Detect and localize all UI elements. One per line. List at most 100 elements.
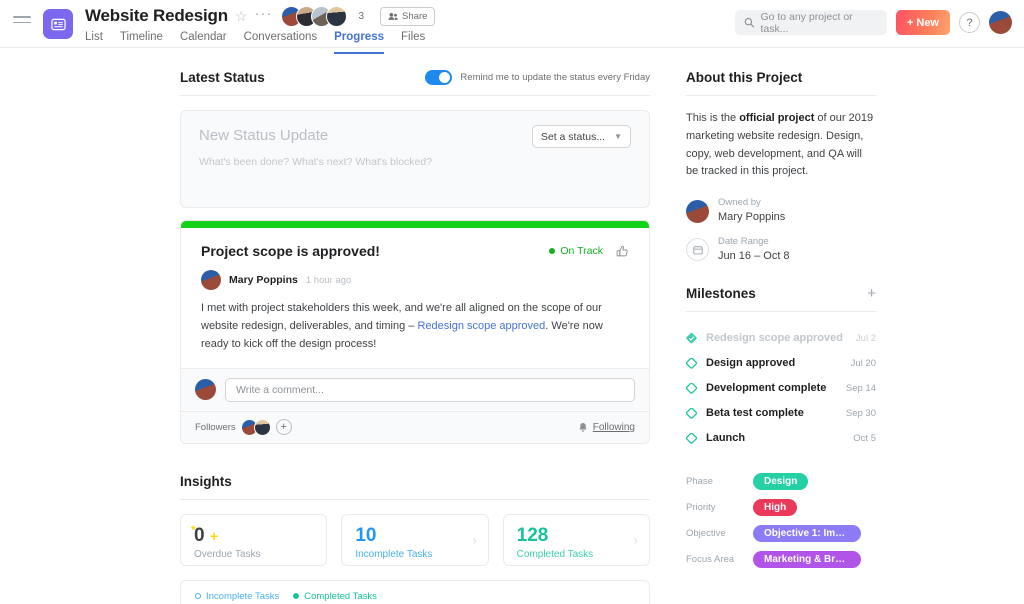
milestone-row[interactable]: Redesign scope approved Jul 2 [686, 326, 876, 351]
milestone-name: Redesign scope approved [706, 332, 843, 345]
milestone-row[interactable]: Launch Oct 5 [686, 426, 876, 451]
avatar[interactable] [195, 379, 216, 401]
reminder-toggle[interactable] [425, 70, 453, 85]
burnup-chart[interactable]: Incomplete Tasks Completed Tasks Due Jul… [180, 579, 650, 604]
top-bar: Website Redesign ☆ ··· 3 Share List Time… [0, 0, 1024, 54]
project-list-icon[interactable] [43, 9, 73, 39]
chevron-down-icon: ▼ [614, 132, 622, 141]
avatar[interactable] [686, 199, 709, 223]
avatar[interactable] [989, 11, 1012, 34]
title-block: Website Redesign ☆ ··· 3 Share List Time… [85, 0, 436, 54]
avatar[interactable] [253, 418, 271, 436]
about-desc-1: This is the [686, 112, 740, 124]
chart-legend: Incomplete Tasks Completed Tasks [195, 591, 635, 602]
about-header: About this Project [686, 70, 876, 96]
star-outline-icon[interactable]: ☆ [235, 9, 248, 23]
insight-label: Incomplete Tasks [355, 548, 433, 560]
member-count: 3 [358, 10, 365, 22]
bell-icon [579, 422, 587, 432]
page-title: Website Redesign [85, 6, 228, 25]
milestone-date: Sep 14 [845, 382, 876, 394]
hamburger-icon[interactable] [13, 16, 31, 23]
following-button[interactable]: Following [578, 422, 635, 433]
tab-list[interactable]: List [85, 31, 103, 54]
legend-item-incomplete[interactable]: Incomplete Tasks [195, 591, 279, 602]
share-button[interactable]: Share [380, 6, 436, 26]
new-status-update-card[interactable]: New Status Update What's been done? What… [180, 110, 650, 208]
milestone-name: Beta test complete [706, 407, 804, 420]
help-button[interactable]: ? [959, 12, 980, 33]
status-update-post: Project scope is approved! On Track Mary… [180, 220, 650, 444]
tab-files[interactable]: Files [401, 31, 425, 54]
insight-value: 10 [355, 524, 377, 546]
project-date-range[interactable]: Date Range Jun 16 – Oct 8 [686, 236, 876, 264]
milestone-date: Oct 5 [853, 432, 876, 444]
insight-label: Completed Tasks [516, 548, 594, 560]
field-value-pill[interactable]: Marketing & Bran... [753, 550, 861, 568]
search-input[interactable]: Go to any project or task... [734, 10, 887, 35]
add-milestone-button[interactable]: + [867, 286, 876, 301]
main-column: Latest Status Remind me to update the st… [180, 70, 650, 604]
legend-label: Incomplete Tasks [206, 590, 280, 602]
comment-row: Write a comment... [181, 367, 649, 411]
comment-input[interactable]: Write a comment... [225, 377, 635, 402]
milestone-row[interactable]: Development complete Sep 14 [686, 376, 876, 401]
insight-value: 128 [516, 524, 549, 546]
milestone-date: Jul 20 [850, 357, 876, 369]
thumbs-up-icon[interactable] [616, 245, 629, 258]
add-follower-button[interactable]: + [275, 419, 292, 436]
insight-card-completed[interactable]: 128 Completed Tasks › [502, 513, 650, 566]
chevron-right-icon: › [472, 532, 477, 548]
circle-filled-icon [293, 593, 300, 600]
member-avatar-group[interactable] [281, 5, 348, 27]
date-range-value: Jun 16 – Oct 8 [718, 249, 790, 262]
field-value-pill[interactable]: Objective 1: Impr... [753, 524, 861, 542]
new-button[interactable]: + New [895, 10, 950, 35]
status-badge: On Track [549, 245, 603, 257]
milestone-row[interactable]: Design approved Jul 20 [686, 351, 876, 376]
sparkle-icon: + [210, 527, 219, 544]
about-desc-bold: official project [739, 112, 815, 124]
post-timestamp: 1 hour ago [305, 274, 352, 286]
tab-conversations[interactable]: Conversations [244, 31, 318, 54]
reminder-label: Remind me to update the status every Fri… [460, 72, 650, 83]
about-title: About this Project [686, 70, 803, 85]
milestone-name: Design approved [706, 357, 796, 370]
milestone-date: Sep 30 [845, 407, 876, 419]
owner-label: Owned by [718, 197, 761, 209]
following-label: Following [592, 421, 635, 433]
project-owner[interactable]: Owned by Mary Poppins [686, 197, 876, 225]
milestone-icon [686, 407, 697, 419]
milestone-name: Development complete [706, 382, 827, 395]
tab-calendar[interactable]: Calendar [180, 31, 227, 54]
milestone-icon [686, 357, 697, 369]
status-select[interactable]: Set a status... ▼ [531, 125, 631, 148]
milestone-complete-icon [686, 332, 697, 343]
circle-outline-icon [195, 593, 201, 600]
plus-icon: + [906, 16, 914, 29]
field-value-pill[interactable]: Design [753, 472, 809, 490]
field-value-pill[interactable]: High [753, 498, 798, 516]
insight-card-incomplete[interactable]: 10 Incomplete Tasks › [341, 513, 489, 566]
tab-progress[interactable]: Progress [334, 31, 384, 54]
tab-timeline[interactable]: Timeline [120, 31, 163, 54]
insights-header: Insights [180, 474, 650, 500]
people-icon [388, 12, 398, 20]
post-link[interactable]: Redesign scope approved [417, 320, 545, 332]
field-label: Focus Area [686, 553, 735, 565]
new-status-body-input[interactable]: What's been done? What's next? What's bl… [199, 156, 631, 168]
avatar[interactable] [201, 270, 221, 290]
insight-card-overdue[interactable]: * + 0 Overdue Tasks [180, 513, 328, 566]
avatar[interactable] [326, 5, 348, 27]
latest-status-title: Latest Status [180, 70, 265, 85]
top-bar-actions: Go to any project or task... + New ? [734, 10, 1012, 35]
post-text: I met with project stakeholders this wee… [201, 300, 629, 354]
about-description: This is the official project of our 2019… [686, 110, 876, 181]
followers-label: Followers [195, 421, 236, 433]
custom-field-priority: Priority High [686, 498, 876, 516]
milestone-row[interactable]: Beta test complete Sep 30 [686, 401, 876, 426]
ellipsis-icon[interactable]: ··· [254, 6, 272, 26]
field-label: Objective [686, 527, 726, 539]
calendar-icon [686, 238, 709, 262]
legend-item-completed[interactable]: Completed Tasks [293, 591, 377, 602]
